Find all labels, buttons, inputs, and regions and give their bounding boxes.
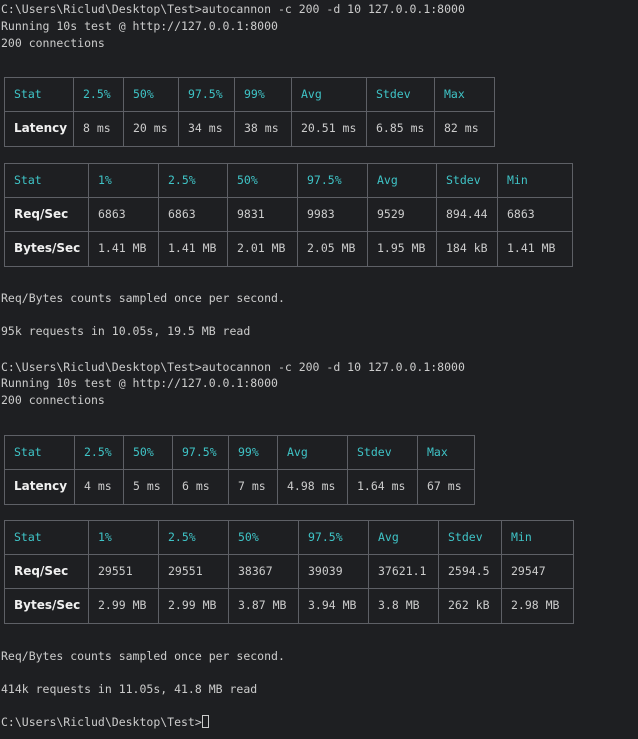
table-cell: 20.51 ms [292, 112, 367, 146]
running-line: Running 10s test @ http://127.0.0.1:8000 [1, 376, 278, 390]
table-header-cell: Avg [292, 78, 367, 112]
table-cell: 3.8 MB [369, 589, 439, 623]
table-header-cell: Max [435, 78, 494, 112]
table-cell: 3.94 MB [299, 589, 369, 623]
table-header-cell: Avg [368, 164, 437, 198]
connections-line: 200 connections [1, 36, 105, 50]
table-cell: 39039 [299, 555, 369, 589]
table-cell: 82 ms [444, 121, 479, 135]
table-cell: 3.87 MB [229, 589, 299, 623]
table-cell: 38 ms [235, 112, 292, 146]
table-header-cell: 2.5% [159, 521, 229, 555]
table-cell: 8 ms [74, 112, 124, 146]
table-cell: 1.41 MB [89, 232, 159, 266]
sampled-note: Req/Bytes counts sampled once per second… [1, 291, 285, 305]
cursor-icon [201, 715, 209, 728]
table-header-cell: 97.5% [173, 436, 229, 470]
table-header-cell: Stat [5, 78, 74, 112]
table-cell: 6863 [89, 198, 159, 232]
table-cell: 29551 [159, 555, 229, 589]
table-cell: 2.98 MB [511, 598, 560, 612]
table-header-cell: 99% [235, 78, 292, 112]
table-header-cell: 1% [89, 521, 159, 555]
table-cell: 37621.1 [369, 555, 439, 589]
prompt-text: C:\Users\Riclud\Desktop\Test> [1, 715, 202, 729]
table-header-cell: 2.5% [74, 78, 124, 112]
table-header-cell: 2.5% [159, 164, 228, 198]
table-cell: 2.01 MB [228, 232, 298, 266]
table-cell: 4 ms [75, 470, 124, 504]
table-header-cell: Avg [369, 521, 439, 555]
table-cell: 1.41 MB [507, 241, 556, 255]
table-cell: 1.64 ms [348, 470, 418, 504]
throughput-table: Stat 1% 2.5% 50% 97.5% Avg Stdev Min Req/Sec 6863… [4, 163, 573, 267]
summary-line: 95k requests in 10.05s, 19.5 MB read [1, 324, 251, 338]
table-header-cell: 1% [89, 164, 159, 198]
table-cell: 6.85 ms [367, 112, 435, 146]
row-label: Req/Sec [5, 198, 89, 232]
sampled-note: Req/Bytes counts sampled once per second… [1, 649, 285, 663]
latency-table: Stat 2.5% 50% 97.5% 99% Avg Stdev Max Latency 4 m… [4, 435, 475, 505]
table-header-cell: Max [418, 436, 474, 470]
table-cell: 184 kB [437, 232, 498, 266]
row-label: Req/Sec [5, 555, 89, 589]
row-label: Latency [5, 112, 74, 146]
table-cell: 38367 [229, 555, 299, 589]
command-line: C:\Users\Riclud\Desktop\Test>autocannon … [1, 360, 465, 374]
prompt-line[interactable]: C:\Users\Riclud\Desktop\Test> [1, 714, 209, 730]
table-header-cell: Stdev [367, 78, 435, 112]
row-label: Bytes/Sec [5, 232, 89, 266]
table-header-cell: 50% [124, 78, 179, 112]
table-header-cell: Min [502, 521, 573, 555]
table-cell: 7 ms [229, 470, 278, 504]
row-label: Bytes/Sec [5, 589, 89, 623]
table-cell: 6 ms [173, 470, 229, 504]
table-header-cell: Stat [5, 164, 89, 198]
connections-line: 200 connections [1, 393, 105, 407]
table-cell: 34 ms [179, 112, 235, 146]
table-header-cell: 97.5% [299, 521, 369, 555]
table-cell: 6863 [498, 198, 572, 232]
table-header-cell: Stdev [437, 164, 498, 198]
command-line: C:\Users\Riclud\Desktop\Test>autocannon … [1, 2, 465, 16]
running-line: Running 10s test @ http://127.0.0.1:8000 [1, 19, 278, 33]
table-header-cell: Stdev [348, 436, 418, 470]
table-cell: 2.05 MB [298, 232, 368, 266]
throughput-table: Stat 1% 2.5% 50% 97.5% Avg Stdev Min Req/Sec 2955… [4, 520, 574, 624]
table-cell: 9529 [368, 198, 437, 232]
table-cell: 2594.5 [439, 555, 502, 589]
table-header-cell: Avg [278, 436, 348, 470]
table-header-cell: 50% [228, 164, 298, 198]
table-cell: 9831 [228, 198, 298, 232]
table-cell: 894.44 [437, 198, 498, 232]
row-label: Latency [5, 470, 75, 504]
table-cell: 6863 [159, 198, 228, 232]
table-cell: 20 ms [124, 112, 179, 146]
table-cell: 29551 [89, 555, 159, 589]
table-header-cell: Stdev [439, 521, 502, 555]
table-header-cell: 2.5% [75, 436, 124, 470]
summary-line: 414k requests in 11.05s, 41.8 MB read [1, 682, 258, 696]
table-cell: 29547 [502, 555, 573, 589]
table-cell: 5 ms [124, 470, 173, 504]
table-cell: 1.41 MB [159, 232, 228, 266]
table-cell: 1.95 MB [368, 232, 437, 266]
table-header-cell: 99% [229, 436, 278, 470]
table-header-cell: 50% [124, 436, 173, 470]
table-header-cell: Min [498, 164, 572, 198]
table-header-cell: Stat [5, 436, 75, 470]
table-header-cell: 97.5% [179, 78, 235, 112]
table-header-cell: 50% [229, 521, 299, 555]
table-cell: 2.99 MB [89, 589, 159, 623]
table-cell: 2.99 MB [159, 589, 229, 623]
table-cell: 67 ms [427, 479, 462, 493]
table-cell: 9983 [298, 198, 368, 232]
table-header-cell: Stat [5, 521, 89, 555]
table-cell: 262 kB [439, 589, 502, 623]
table-cell: 4.98 ms [278, 470, 348, 504]
table-header-cell: 97.5% [298, 164, 368, 198]
latency-table: Stat 2.5% 50% 97.5% 99% Avg Stdev Max Latency 8 m… [4, 77, 495, 147]
